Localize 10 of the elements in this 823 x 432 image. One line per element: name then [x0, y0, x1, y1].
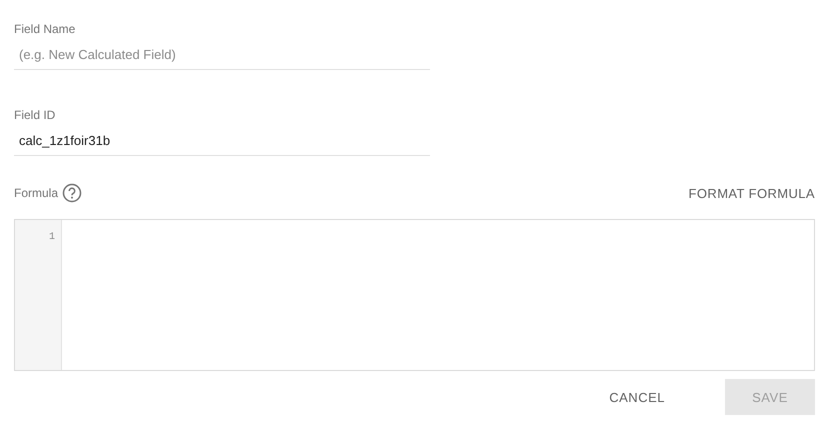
- field-label: Field ID: [14, 108, 56, 122]
- formula-label: Formula: [14, 186, 58, 200]
- input-field[interactable]: calc_1z1foir31b: [14, 130, 430, 156]
- cancel-button[interactable]: CANCEL: [585, 379, 689, 415]
- help-icon[interactable]: [62, 183, 82, 203]
- formula-editor[interactable]: 1: [14, 219, 815, 371]
- input-field[interactable]: (e.g. New Calculated Field): [14, 44, 430, 70]
- format-formula-button[interactable]: FORMAT FORMULA: [688, 186, 815, 200]
- field-label: Field Name: [14, 22, 76, 36]
- line-number: 1: [48, 232, 56, 243]
